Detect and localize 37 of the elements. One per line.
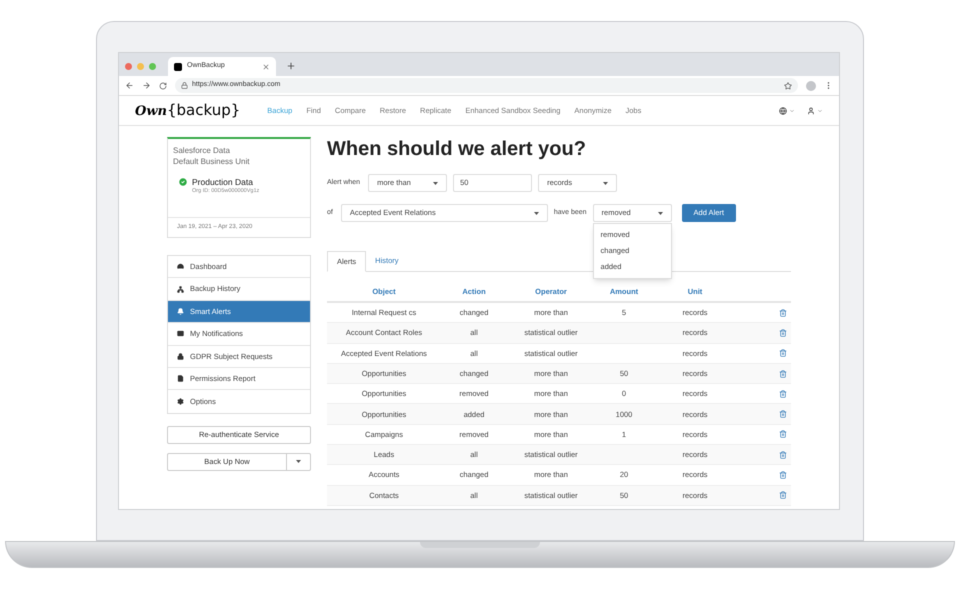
dropdown-toggle[interactable] [287,452,311,471]
delete-icon[interactable] [779,450,787,459]
logo[interactable]: Own{backup} [135,99,240,122]
org-status: Production Data [192,177,254,187]
business-unit: Default Business Unit [173,156,250,167]
document-icon [177,375,184,382]
reload-icon[interactable] [159,82,167,90]
delete-icon[interactable] [779,390,787,398]
caret-icon [296,460,301,464]
lock-icon [181,82,188,89]
globe-icon[interactable] [779,106,787,114]
delete-icon[interactable] [779,410,787,418]
org-name: Salesforce Data [173,145,231,156]
gauge-icon [177,263,184,270]
delete-icon[interactable] [779,471,787,480]
caret-icon [433,182,438,184]
page-title: When should we alert you? [327,137,587,161]
caret-icon [603,182,608,184]
delete-icon[interactable] [779,308,787,317]
star-icon[interactable] [784,82,792,90]
lock-icon [177,352,184,360]
delete-icon[interactable] [779,491,787,500]
caret-icon [658,212,663,214]
delete-icon[interactable] [779,328,787,337]
delete-icon[interactable] [779,349,787,358]
favicon-icon [174,62,182,70]
user-icon[interactable] [807,106,815,114]
delete-icon[interactable] [779,430,787,438]
bell-icon [177,308,184,315]
back-icon[interactable] [125,81,134,90]
caret-icon [534,212,539,214]
delete-icon[interactable] [779,370,787,378]
forward-icon[interactable] [142,81,151,90]
check-circle-icon [178,177,188,187]
network-icon [177,286,184,293]
close-icon[interactable] [262,62,270,70]
new-tab-icon[interactable] [286,61,296,71]
